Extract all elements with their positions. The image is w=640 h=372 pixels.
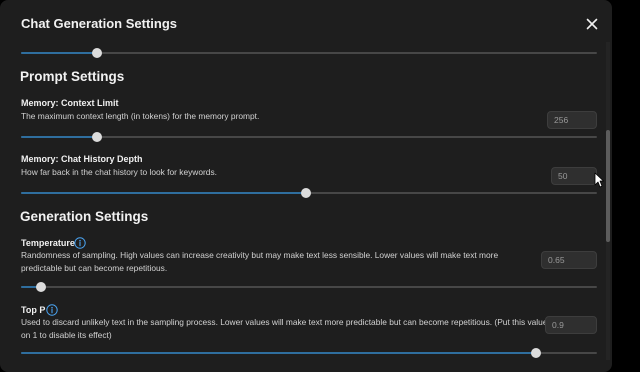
context-limit-description: The maximum context length (in tokens) f… [21,111,260,121]
close-icon [586,18,598,30]
slider-track [21,52,597,54]
mouse-pointer-icon [594,172,604,188]
section-title-prompt-settings: Prompt Settings [20,69,125,84]
temperature-input[interactable] [541,251,597,269]
section-title-generation-settings: Generation Settings [20,209,149,224]
context-limit-input[interactable] [547,111,597,129]
temperature-slider[interactable] [21,281,597,293]
top-p-input[interactable] [545,316,597,334]
slider-track [21,136,597,138]
context-limit-slider[interactable] [21,131,597,143]
top-p-description: Used to discard unlikely text in the sam… [21,317,548,340]
slider-fill [21,192,307,194]
settings-dialog: Chat Generation Settings Prompt Settings… [0,0,612,372]
slider-fill [21,136,98,138]
scrollbar-thumb[interactable] [606,130,610,242]
slider-thumb[interactable] [36,282,47,292]
context-limit-label: Memory: Context Limit [21,98,119,108]
top-slider[interactable] [21,47,597,59]
slider-fill [21,352,536,354]
slider-thumb[interactable] [92,48,103,58]
history-depth-label: Memory: Chat History Depth [21,154,143,164]
close-button[interactable] [580,12,604,36]
top-p-label: Top P [21,305,46,315]
slider-thumb[interactable] [301,188,312,198]
slider-track [21,286,597,288]
history-depth-input[interactable] [551,167,597,185]
slider-thumb[interactable] [530,348,541,358]
temperature-info-icon[interactable] [74,237,86,249]
dialog-title: Chat Generation Settings [21,16,178,31]
slider-fill [21,52,98,54]
history-depth-description: How far back in the chat history to look… [21,167,217,177]
temperature-description: Randomness of sampling. High values can … [21,250,499,273]
top-p-slider[interactable] [21,347,597,359]
temperature-label: Temperature [21,238,75,248]
top-p-info-icon[interactable] [46,304,58,316]
history-depth-slider[interactable] [21,187,597,199]
slider-thumb[interactable] [92,132,103,142]
